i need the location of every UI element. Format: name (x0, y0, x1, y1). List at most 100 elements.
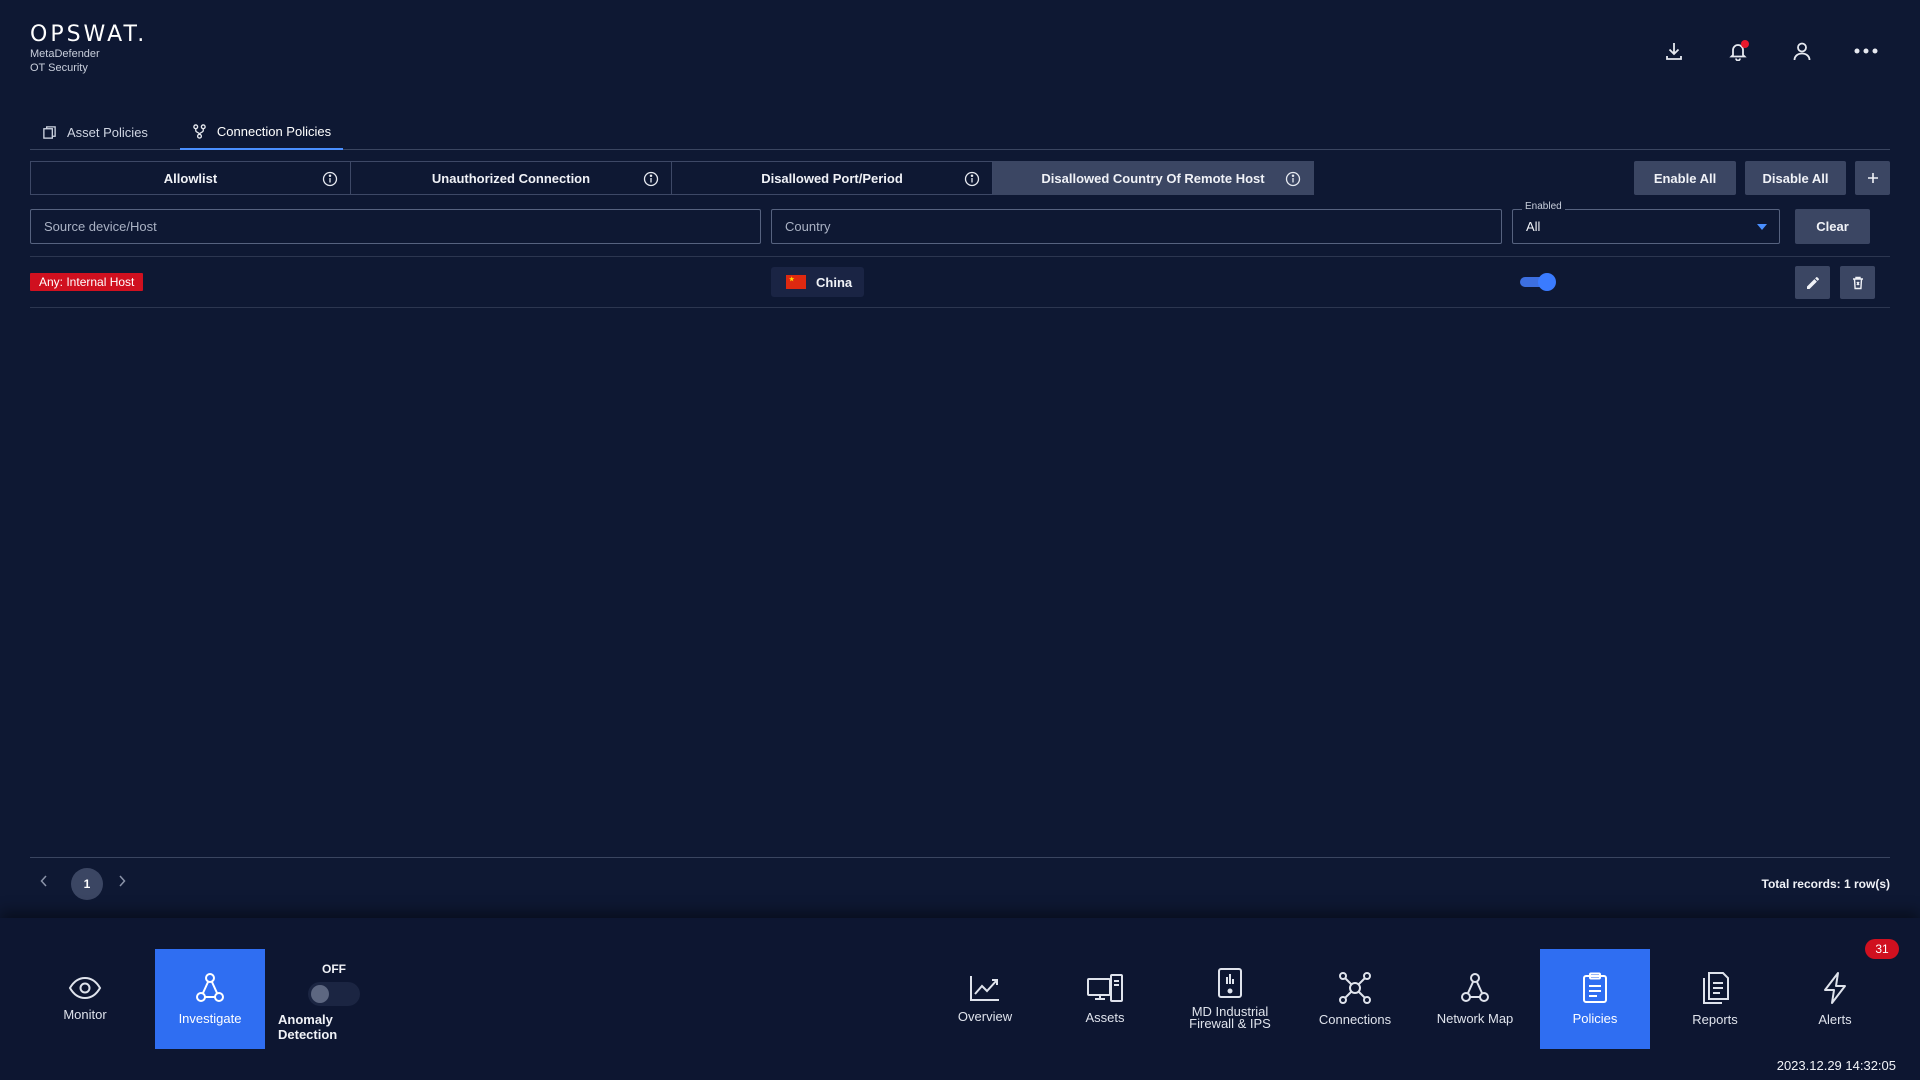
download-icon (1666, 43, 1682, 60)
toggle-knob (1538, 273, 1556, 291)
tab-disallowed-country-label: Disallowed Country Of Remote Host (1041, 170, 1265, 186)
nav-assets-label: Assets (1085, 1010, 1125, 1025)
tab-asset-policies[interactable]: Asset Policies (30, 114, 160, 150)
header-actions (1642, 36, 1898, 66)
nav-investigate[interactable]: Investigate (155, 949, 265, 1049)
disable-all-button[interactable]: Disable All (1745, 161, 1846, 195)
info-icon[interactable] (322, 171, 338, 187)
anomaly-detection-label: Anomaly Detection (278, 1012, 338, 1042)
user-icon (1793, 42, 1811, 61)
nav-overview[interactable]: Overview (930, 949, 1040, 1049)
current-timestamp: 2023.12.29 14:32:05 (1776, 1058, 1896, 1073)
product-name-line1: MetaDefender (30, 48, 100, 60)
eye-icon (68, 976, 102, 1000)
toggle-knob (311, 985, 329, 1003)
connections-icon (1339, 972, 1371, 1004)
nav-policies[interactable]: Policies (1540, 949, 1650, 1049)
network-map-icon (1461, 973, 1489, 1002)
nav-policies-label: Policies (1572, 1011, 1618, 1026)
total-records: Total records: 1 row(s) (1761, 877, 1890, 891)
next-page-button[interactable] (118, 875, 126, 887)
country-chip: ★ China (771, 267, 864, 297)
nav-connections-label: Connections (1318, 1012, 1392, 1027)
connection-policies-icon (193, 123, 206, 139)
nav-alerts[interactable]: Alerts (1780, 949, 1890, 1049)
clipboard-icon (1583, 972, 1607, 1003)
nav-network-map-label: Network Map (1436, 1011, 1514, 1026)
pencil-icon (1806, 276, 1819, 289)
tab-unauthorized-connection-label: Unauthorized Connection (431, 170, 591, 186)
enable-all-button[interactable]: Enable All (1634, 161, 1736, 195)
anomaly-detection-toggle[interactable] (308, 982, 360, 1006)
devices-icon (1087, 974, 1123, 1002)
previous-page-button[interactable] (40, 875, 48, 887)
chevron-left-icon (40, 875, 47, 887)
network-nodes-icon (196, 973, 224, 1002)
enabled-select[interactable]: All (1512, 209, 1780, 244)
nav-overview-label: Overview (957, 1009, 1013, 1024)
info-icon[interactable] (964, 171, 980, 187)
nav-reports-label: Reports (1692, 1012, 1738, 1027)
nav-monitor[interactable]: Monitor (30, 949, 140, 1049)
reports-icon (1703, 972, 1729, 1004)
connection-policy-types: Allowlist Unauthorized Connection Disall… (30, 161, 1314, 195)
delete-button[interactable] (1840, 266, 1875, 299)
alerts-count-badge: 31 (1865, 939, 1899, 959)
tab-allowlist-label: Allowlist (163, 170, 218, 186)
add-policy-button[interactable] (1855, 161, 1890, 195)
enabled-select-label: Enabled (1522, 201, 1565, 212)
tab-connection-policies-label: Connection Policies (216, 123, 332, 139)
source-tag: Any: Internal Host (30, 273, 144, 291)
product-name-line2: OT Security (30, 62, 88, 74)
nav-investigate-label: Investigate (178, 1011, 242, 1026)
brand-wordmark: OPSWAT. (30, 22, 148, 47)
tab-disallowed-port-period-label: Disallowed Port/Period (761, 170, 903, 186)
enabled-select-value: All (1526, 219, 1541, 234)
chevron-right-icon (119, 875, 126, 887)
table-footer-divider (30, 857, 1890, 858)
anomaly-detection: OFF Anomaly Detection (278, 962, 390, 1042)
row-divider (30, 256, 1890, 257)
nav-md-industrial-firewall[interactable]: MD Industrial Firewall & IPS (1175, 949, 1285, 1049)
user-button[interactable] (1770, 36, 1834, 66)
trend-chart-icon (970, 976, 999, 1001)
policy-category-tabs: Asset Policies Connection Policies (30, 114, 1890, 150)
nav-network-map[interactable]: Network Map (1420, 949, 1530, 1049)
notifications-button[interactable] (1706, 36, 1770, 66)
nav-reports[interactable]: Reports (1660, 949, 1770, 1049)
nav-connections[interactable]: Connections (1300, 949, 1410, 1049)
firewall-device-icon (1218, 968, 1242, 998)
country-name: China (816, 274, 853, 290)
notification-dot (1741, 40, 1749, 48)
tab-connection-policies[interactable]: Connection Policies (179, 114, 344, 150)
asset-policies-icon (43, 125, 56, 139)
country-filter[interactable]: Country (771, 209, 1502, 244)
tab-disallowed-country[interactable]: Disallowed Country Of Remote Host (993, 161, 1314, 195)
download-button[interactable] (1642, 36, 1706, 66)
tab-unauthorized-connection[interactable]: Unauthorized Connection (351, 161, 672, 195)
clear-filters-button[interactable]: Clear (1795, 209, 1870, 244)
nav-alerts-label: Alerts (1818, 1012, 1852, 1027)
policy-enabled-toggle[interactable] (1518, 273, 1556, 291)
anomaly-state: OFF (322, 962, 346, 976)
info-icon[interactable] (1285, 171, 1301, 187)
edit-button[interactable] (1795, 266, 1830, 299)
tab-disallowed-port-period[interactable]: Disallowed Port/Period (672, 161, 993, 195)
plus-icon (1867, 173, 1878, 183)
nav-monitor-label: Monitor (63, 1007, 107, 1022)
nav-firewall-label-line2: Firewall & IPS (1189, 1016, 1271, 1031)
row-divider (30, 307, 1890, 308)
trash-icon (1852, 276, 1863, 289)
nav-assets[interactable]: Assets (1050, 949, 1160, 1049)
info-icon[interactable] (643, 171, 659, 187)
lightning-icon (1824, 972, 1846, 1004)
more-icon (1854, 48, 1878, 54)
more-button[interactable] (1834, 36, 1898, 66)
page-number[interactable]: 1 (71, 868, 103, 900)
tab-asset-policies-label: Asset Policies (67, 124, 148, 140)
china-flag-icon: ★ (786, 275, 806, 289)
source-device-filter[interactable]: Source device/Host (30, 209, 761, 244)
caret-down-icon (1757, 224, 1767, 230)
tab-allowlist[interactable]: Allowlist (30, 161, 351, 195)
app-logo: OPSWAT. MetaDefender OT Security (30, 22, 147, 75)
